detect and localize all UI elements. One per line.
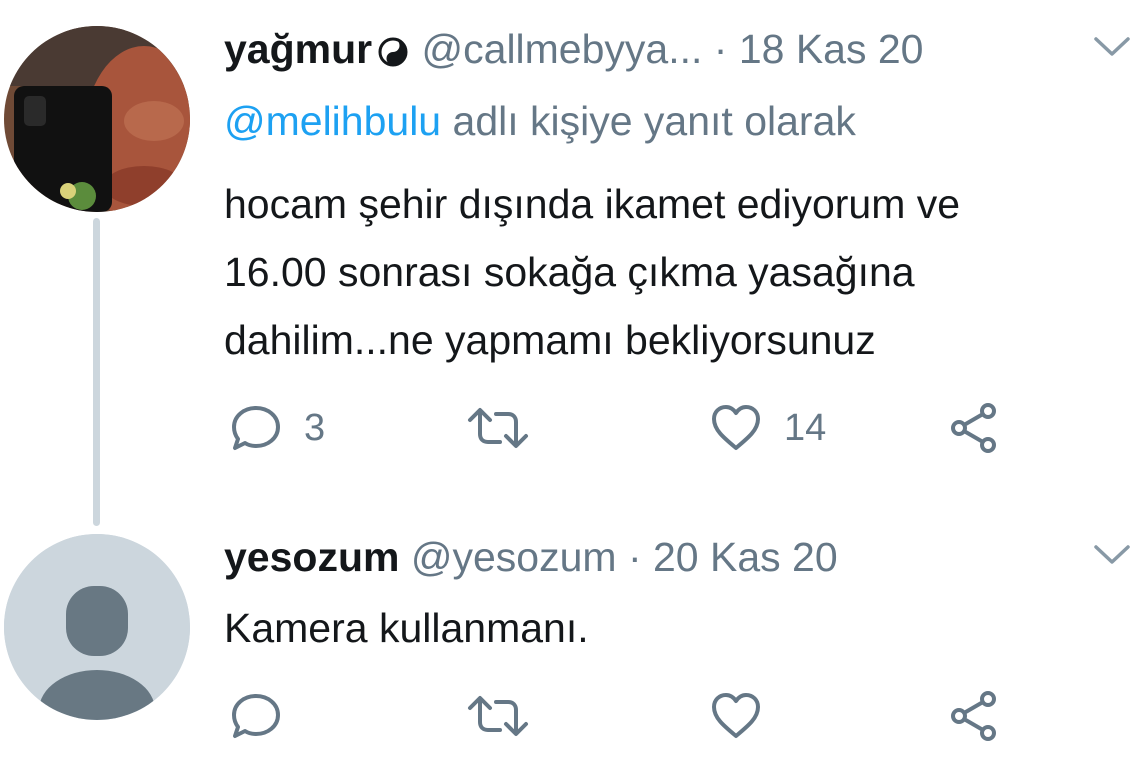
like-button[interactable] xyxy=(710,686,784,746)
reply-count: 3 xyxy=(304,406,326,449)
reply-context: @melihbulu adlı kişiye yanıt olarak xyxy=(224,96,856,146)
like-count: 14 xyxy=(784,406,827,449)
retweet-icon xyxy=(466,694,530,738)
tweet-date[interactable]: · 20 Kas 20 xyxy=(628,534,838,580)
reply-button[interactable]: 3 xyxy=(230,398,325,458)
reply-mention-link[interactable]: @melihbulu xyxy=(224,98,441,144)
share-button[interactable] xyxy=(948,398,1000,458)
reply-button[interactable] xyxy=(230,686,304,746)
like-button[interactable]: 14 xyxy=(710,398,826,458)
heart-icon xyxy=(710,692,762,740)
tweet-header: yesozum @yesozum · 20 Kas 20 xyxy=(224,532,838,582)
display-name[interactable]: yağmur xyxy=(224,26,372,72)
tweet-text-line: dahilim...ne yapmamı bekliyorsunuz xyxy=(224,317,876,363)
display-name[interactable]: yesozum xyxy=(224,534,399,580)
default-profile-icon xyxy=(4,534,190,720)
avatar[interactable] xyxy=(4,26,190,212)
tweet-actions: 3 14 xyxy=(224,398,1024,458)
tweet-text-line: hocam şehir dışında ikamet ediyorum ve xyxy=(224,181,961,227)
chevron-down-icon[interactable] xyxy=(1092,34,1132,65)
thread-connector-line xyxy=(93,218,100,526)
retweet-button[interactable] xyxy=(466,398,552,458)
heart-icon xyxy=(710,404,762,452)
share-icon xyxy=(948,402,1000,454)
share-button[interactable] xyxy=(948,686,1000,746)
reply-icon xyxy=(230,404,282,452)
tweet-header: yağmur @callmebyya... · 18 Kas 20 xyxy=(224,24,923,78)
tweet-text: Kamera kullanmanı. xyxy=(224,594,589,662)
yin-yang-icon xyxy=(378,28,408,78)
user-handle[interactable]: @callmebyya... xyxy=(422,26,703,72)
share-icon xyxy=(948,690,1000,742)
reply-icon xyxy=(230,692,282,740)
profile-photo-icon xyxy=(4,26,190,212)
retweet-icon xyxy=(466,406,530,450)
retweet-button[interactable] xyxy=(466,686,552,746)
tweet-actions xyxy=(224,686,1024,746)
tweet-text-line: Kamera kullanmanı. xyxy=(224,605,589,651)
reply-context-label: adlı kişiye yanıt olarak xyxy=(441,98,856,144)
chevron-down-icon[interactable] xyxy=(1092,542,1132,573)
tweet-text: hocam şehir dışında ikamet ediyorum ve 1… xyxy=(224,170,1136,374)
avatar-default[interactable] xyxy=(4,534,190,720)
user-handle[interactable]: @yesozum xyxy=(411,534,617,580)
tweet-date[interactable]: · 18 Kas 20 xyxy=(714,26,924,72)
tweet-text-line: 16.00 sonrası sokağa çıkma yasağına xyxy=(224,249,915,295)
